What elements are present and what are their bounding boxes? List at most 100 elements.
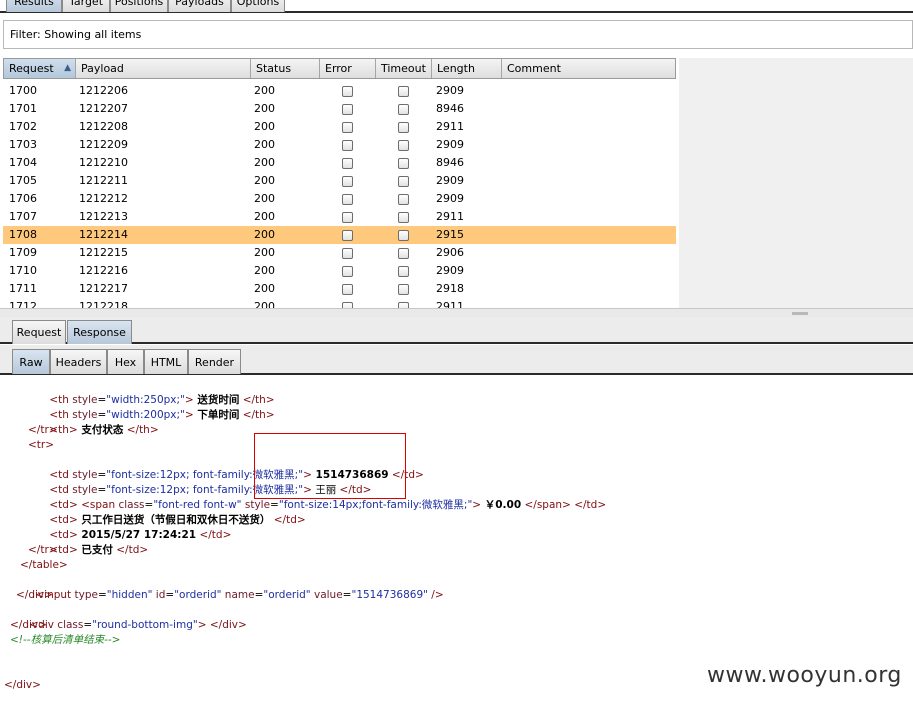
tab-raw[interactable]: Raw [12,349,50,374]
response-view-tabs: Raw Headers Hex HTML Render [0,345,913,375]
column-header-error[interactable]: Error [320,59,376,78]
error-checkbox[interactable] [342,122,353,133]
tab-html[interactable]: HTML [144,349,188,374]
tab-options[interactable]: Options [231,0,285,12]
code-line: <th> 支付状态 </th> [36,408,158,436]
cell-length: 2918 [436,282,464,295]
filter-bar[interactable]: Filter: Showing all items [3,20,913,49]
table-row[interactable]: 1705 1212211 200 2909 [3,172,676,190]
code-token: "hidden" [106,589,153,601]
timeout-checkbox[interactable] [398,86,409,97]
table-row[interactable]: 1707 1212213 200 2911 [3,208,676,226]
cell-request: 1704 [9,156,37,169]
table-row[interactable]: 1701 1212207 200 8946 [3,100,676,118]
column-header-status[interactable]: Status [251,59,320,78]
error-checkbox[interactable] [342,158,353,169]
results-table: Request ▲ Payload Status Error Timeout L… [3,58,913,308]
code-token: name [221,589,255,601]
tab-hex[interactable]: Hex [107,349,144,374]
cell-length: 2909 [436,138,464,151]
cell-length: 2911 [436,210,464,223]
table-row[interactable]: 1700 1212206 200 2909 [3,82,676,100]
table-row[interactable]: 1702 1212208 200 2911 [3,118,676,136]
cell-length: 8946 [436,156,464,169]
tab-render[interactable]: Render [188,349,241,374]
table-row[interactable]: 1704 1212210 200 8946 [3,154,676,172]
cell-status: 200 [254,246,275,259]
error-checkbox[interactable] [342,248,353,259]
code-token: type [71,589,98,601]
code-line: <td style="font-size:12px; font-family:微… [36,453,424,481]
error-checkbox[interactable] [342,266,353,277]
error-checkbox[interactable] [342,194,353,205]
timeout-checkbox[interactable] [398,158,409,169]
tab-payloads[interactable]: Payloads [168,0,231,12]
cell-request: 1703 [9,138,37,151]
code-line: <td style="font-size:12px; font-family:微… [36,468,371,496]
cell-payload: 1212217 [79,282,128,295]
code-line: <td> 2015/5/27 17:24:21 </td> [36,513,231,541]
cell-payload: 1212209 [79,138,128,151]
timeout-checkbox[interactable] [398,248,409,259]
timeout-checkbox[interactable] [398,230,409,241]
table-row[interactable]: 1711 1212217 200 2918 [3,280,676,298]
error-checkbox[interactable] [342,86,353,97]
error-checkbox[interactable] [342,284,353,295]
tab-results[interactable]: Results [6,0,62,12]
error-checkbox[interactable] [342,140,353,151]
code-token: id [152,589,166,601]
timeout-checkbox[interactable] [398,266,409,277]
timeout-checkbox[interactable] [398,284,409,295]
table-row[interactable]: 1712 1212218 200 2911 [3,298,676,308]
cell-length: 2911 [436,120,464,133]
column-header-request[interactable]: Request ▲ [4,59,76,78]
table-row[interactable]: 1710 1212216 200 2909 [3,262,676,280]
cell-status: 200 [254,138,275,151]
code-token: </th> [123,424,159,436]
timeout-checkbox[interactable] [398,140,409,151]
code-line: <input type="hidden" id="orderid" name="… [22,573,443,601]
error-checkbox[interactable] [342,104,353,115]
splitter-grip-icon[interactable] [792,312,808,315]
column-header-label: Request [9,62,54,75]
table-row[interactable]: 1703 1212209 200 2909 [3,136,676,154]
code-token: class [53,619,84,631]
tab-response[interactable]: Response [67,320,132,344]
tab-headers[interactable]: Headers [50,349,107,374]
cell-status: 200 [254,84,275,97]
cell-status: 200 [254,210,275,223]
table-row[interactable]: 1706 1212212 200 2909 [3,190,676,208]
table-row-selected[interactable]: 1708 1212214 200 2915 [3,226,676,244]
cell-request: 1712 [9,300,37,308]
timeout-checkbox[interactable] [398,122,409,133]
tab-request[interactable]: Request [12,320,66,344]
error-checkbox[interactable] [342,230,353,241]
timeout-checkbox[interactable] [398,176,409,187]
cell-request: 1709 [9,246,37,259]
code-token: = [97,589,107,601]
code-token: "1514736869" [351,589,428,601]
table-empty-area [679,58,913,308]
tab-positions[interactable]: Positions [110,0,168,12]
code-line: </table> [20,559,68,571]
timeout-checkbox[interactable] [398,212,409,223]
code-line: </tr> [28,424,58,436]
code-token: </td> [388,469,424,481]
error-checkbox[interactable] [342,212,353,223]
response-raw-view[interactable]: <th style="width:250px;"> 送货时间 </th> <th… [0,377,913,706]
tab-target[interactable]: Target [62,0,110,12]
cell-request: 1707 [9,210,37,223]
table-row[interactable]: 1709 1212215 200 2906 [3,244,676,262]
column-header-timeout[interactable]: Timeout [376,59,432,78]
column-header-length[interactable]: Length [432,59,502,78]
code-line: <td> <span class="font-red font-w" style… [36,483,606,511]
table-body: 1700 1212206 200 2909 1701 1212207 200 8… [3,82,676,308]
timeout-checkbox[interactable] [398,194,409,205]
code-token: = [83,619,93,631]
error-checkbox[interactable] [342,176,353,187]
pane-splitter[interactable] [0,308,913,317]
column-header-payload[interactable]: Payload [76,59,251,78]
code-token: 已支付 [77,544,113,556]
timeout-checkbox[interactable] [398,104,409,115]
column-header-comment[interactable]: Comment [502,59,676,78]
